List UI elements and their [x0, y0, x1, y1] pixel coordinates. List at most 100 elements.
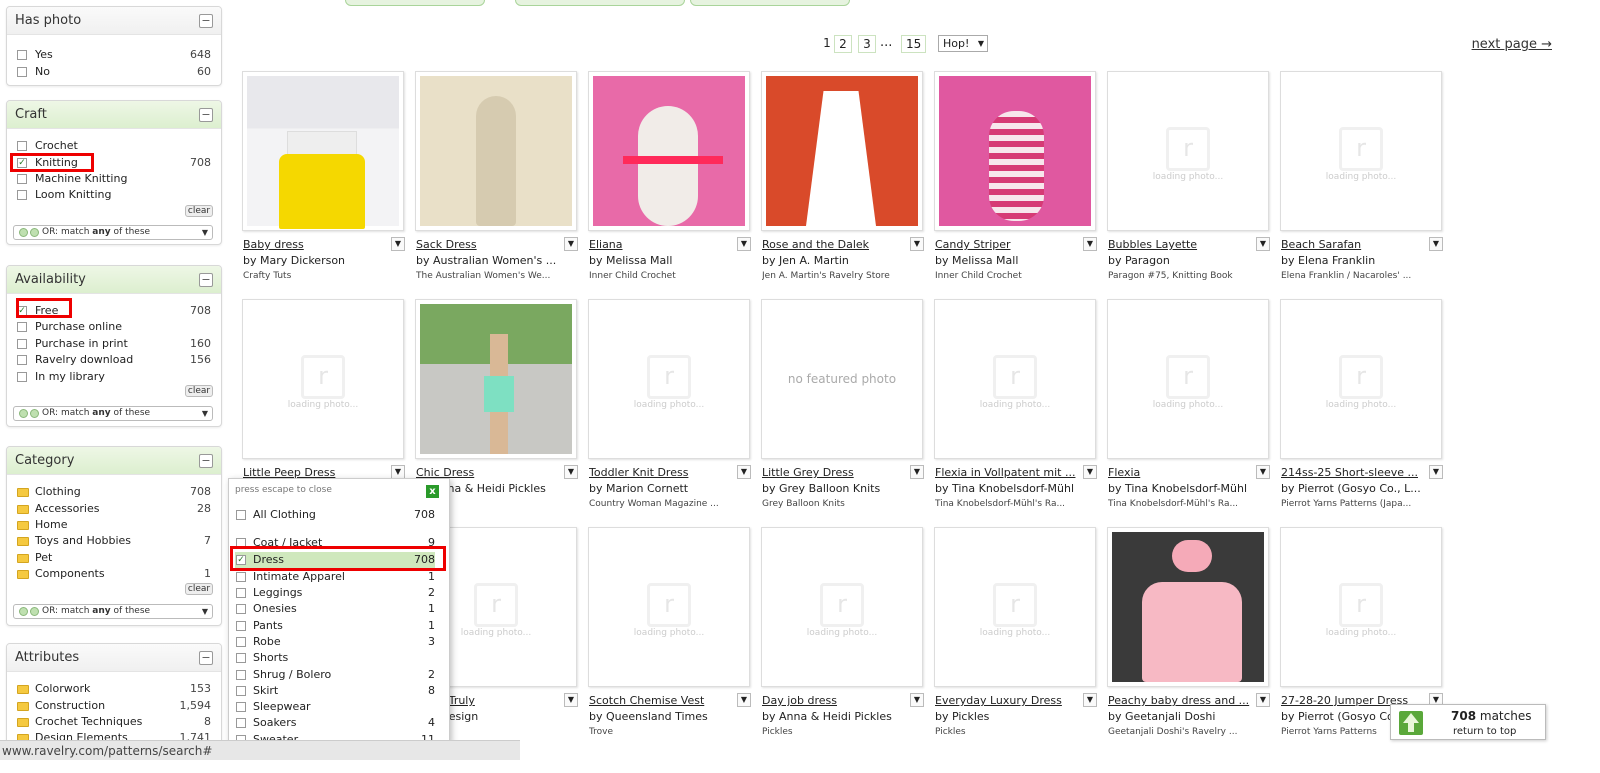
pattern-title[interactable]: Little Grey Dress	[762, 466, 910, 479]
checkbox[interactable]	[17, 372, 27, 382]
checkbox[interactable]	[236, 510, 246, 520]
filter-option-no[interactable]: No 60	[15, 64, 213, 80]
checkbox[interactable]	[17, 174, 27, 184]
attribute-colorwork[interactable]: Colorwork 153	[15, 681, 213, 697]
chevron-down-icon[interactable]: ▼	[1083, 693, 1097, 707]
matches-box[interactable]: 708 matches return to top	[1390, 704, 1546, 740]
chevron-down-icon[interactable]: ▼	[564, 465, 578, 479]
pattern-source[interactable]: Pickles	[762, 727, 922, 737]
chevron-down-icon[interactable]: ▼	[737, 465, 751, 479]
chevron-down-icon[interactable]: ▼	[1256, 237, 1270, 251]
pattern-title[interactable]: Flexia in Vollpatent mit ...	[935, 466, 1083, 479]
checkbox[interactable]	[236, 702, 246, 712]
category-pet[interactable]: Pet	[15, 550, 213, 566]
pattern-card[interactable]: Eliana ▼ by Melissa Mall Inner Child Croche…	[588, 71, 754, 291]
search-tag[interactable]	[345, 0, 485, 6]
pattern-card[interactable]: r loading photo... Toddler Knit Dress ▼ by M…	[588, 299, 754, 519]
pattern-designer[interactable]: by Australian Women's ...	[416, 254, 576, 267]
pattern-title[interactable]: Beach Sarafan	[1281, 238, 1429, 251]
popup-option[interactable]: Intimate Apparel 1	[235, 569, 435, 585]
checkbox[interactable]	[236, 653, 246, 663]
pattern-photo[interactable]: rloading photo...	[761, 527, 923, 687]
page-link[interactable]: 2	[834, 35, 852, 53]
popup-option[interactable]: Soakers 4	[235, 715, 435, 731]
pattern-designer[interactable]: by Melissa Mall	[935, 254, 1095, 267]
pattern-designer[interactable]: by Tina Knobelsdorf-Mühl	[935, 482, 1095, 495]
pattern-designer[interactable]: by Paragon	[1108, 254, 1268, 267]
pattern-source[interactable]: Tina Knobelsdorf-Mühl's Ra...	[935, 499, 1095, 509]
filter-option-machine-knitting[interactable]: Machine Knitting	[15, 171, 213, 187]
pattern-photo[interactable]: rloading photo...	[934, 299, 1096, 459]
pattern-photo[interactable]	[242, 71, 404, 231]
popup-option[interactable]: Onesies 1	[235, 601, 435, 617]
pattern-card[interactable]: no featured photo Little Grey Dress ▼ by Gr…	[761, 299, 927, 519]
checkbox[interactable]	[17, 339, 27, 349]
pattern-card[interactable]: r loading photo... Beach Sarafan ▼ by Elena …	[1280, 71, 1446, 291]
clear-button[interactable]: clear	[185, 583, 213, 595]
pattern-title[interactable]: Rose and the Dalek	[762, 238, 910, 251]
attribute-construction[interactable]: Construction 1,594	[15, 698, 213, 714]
pattern-title[interactable]: Day job dress	[762, 694, 910, 707]
pattern-photo[interactable]: rloading photo...	[242, 299, 404, 459]
checkbox[interactable]	[236, 588, 246, 598]
category-accessories[interactable]: Accessories 28	[15, 501, 213, 517]
pattern-photo[interactable]	[588, 71, 750, 231]
pattern-card[interactable]: r loading photo... 214ss-25 Short-sleeve .…	[1280, 299, 1446, 519]
pattern-photo[interactable]	[415, 71, 577, 231]
chevron-down-icon[interactable]: ▼	[1256, 693, 1270, 707]
collapse-icon[interactable]: −	[199, 454, 213, 468]
next-page-link[interactable]: next page →	[1472, 37, 1552, 52]
chevron-down-icon[interactable]: ▼	[1429, 465, 1443, 479]
checkbox[interactable]	[236, 686, 246, 696]
filter-option-ravelry-download[interactable]: Ravelry download 156	[15, 352, 213, 368]
checkbox[interactable]	[17, 355, 27, 365]
checkbox[interactable]	[236, 718, 246, 728]
pattern-photo[interactable]: rloading photo...	[1280, 71, 1442, 231]
chevron-down-icon[interactable]: ▼	[1083, 237, 1097, 251]
checkbox[interactable]	[236, 604, 246, 614]
pattern-designer[interactable]: by Melissa Mall	[589, 254, 749, 267]
checkbox[interactable]	[17, 141, 27, 151]
pattern-photo[interactable]	[761, 71, 923, 231]
collapse-icon[interactable]: −	[199, 108, 213, 122]
match-mode-select[interactable]: OR: match any of these ▼	[13, 406, 213, 421]
pattern-card[interactable]: Sack Dress ▼ by Australian Women's ... The …	[415, 71, 581, 291]
pattern-designer[interactable]: by Queensland Times	[589, 710, 749, 723]
pattern-photo[interactable]: rloading photo...	[588, 527, 750, 687]
pattern-designer[interactable]: by Elena Franklin	[1281, 254, 1441, 267]
checkbox[interactable]	[236, 621, 246, 631]
popup-option[interactable]: Shrug / Bolero 2	[235, 667, 435, 683]
clear-button[interactable]: clear	[185, 205, 213, 217]
collapse-icon[interactable]: −	[199, 14, 213, 28]
pattern-title[interactable]: 214ss-25 Short-sleeve ...	[1281, 466, 1429, 479]
collapse-icon[interactable]: −	[199, 273, 213, 287]
popup-option[interactable]: Shorts	[235, 650, 435, 666]
attribute-crochet-techniques[interactable]: Crochet Techniques 8	[15, 714, 213, 730]
pattern-designer[interactable]: by Grey Balloon Knits	[762, 482, 922, 495]
chevron-down-icon[interactable]: ▼	[737, 693, 751, 707]
pattern-photo[interactable]: rloading photo...	[1107, 299, 1269, 459]
popup-option[interactable]: Robe 3	[235, 634, 435, 650]
pattern-source[interactable]: Inner Child Crochet	[935, 271, 1095, 281]
category-clothing[interactable]: Clothing 708	[15, 484, 213, 500]
popup-option[interactable]: Pants 1	[235, 618, 435, 634]
pattern-source[interactable]: Crafty Tuts	[243, 271, 403, 281]
pattern-source[interactable]: Country Woman Magazine ...	[589, 499, 749, 509]
pattern-card[interactable]: r loading photo... Flexia in Vollpatent mi…	[934, 299, 1100, 519]
pattern-title[interactable]: Eliana	[589, 238, 737, 251]
pattern-card[interactable]: r loading photo... Day job dress ▼ by Anna &…	[761, 527, 927, 747]
pattern-source[interactable]: Elena Franklin / Nacaroles' ...	[1281, 271, 1441, 281]
checkbox[interactable]	[236, 637, 246, 647]
pattern-photo[interactable]: rloading photo...	[1107, 71, 1269, 231]
pattern-title[interactable]: Everyday Luxury Dress	[935, 694, 1083, 707]
pattern-card[interactable]: Candy Striper ▼ by Melissa Mall Inner Child…	[934, 71, 1100, 291]
checkbox[interactable]	[236, 572, 246, 582]
pattern-card[interactable]: r loading photo... Everyday Luxury Dress ▼ b…	[934, 527, 1100, 747]
pattern-designer[interactable]: by Pierrot (Gosyo Co., L...	[1281, 482, 1441, 495]
pattern-photo[interactable]	[415, 299, 577, 459]
category-components[interactable]: Components 1	[15, 566, 213, 582]
popup-option[interactable]: Leggings 2	[235, 585, 435, 601]
pattern-source[interactable]: Pierrot Yarns Patterns (Japa...	[1281, 499, 1441, 509]
pattern-photo[interactable]	[1107, 527, 1269, 687]
chevron-down-icon[interactable]: ▼	[910, 237, 924, 251]
